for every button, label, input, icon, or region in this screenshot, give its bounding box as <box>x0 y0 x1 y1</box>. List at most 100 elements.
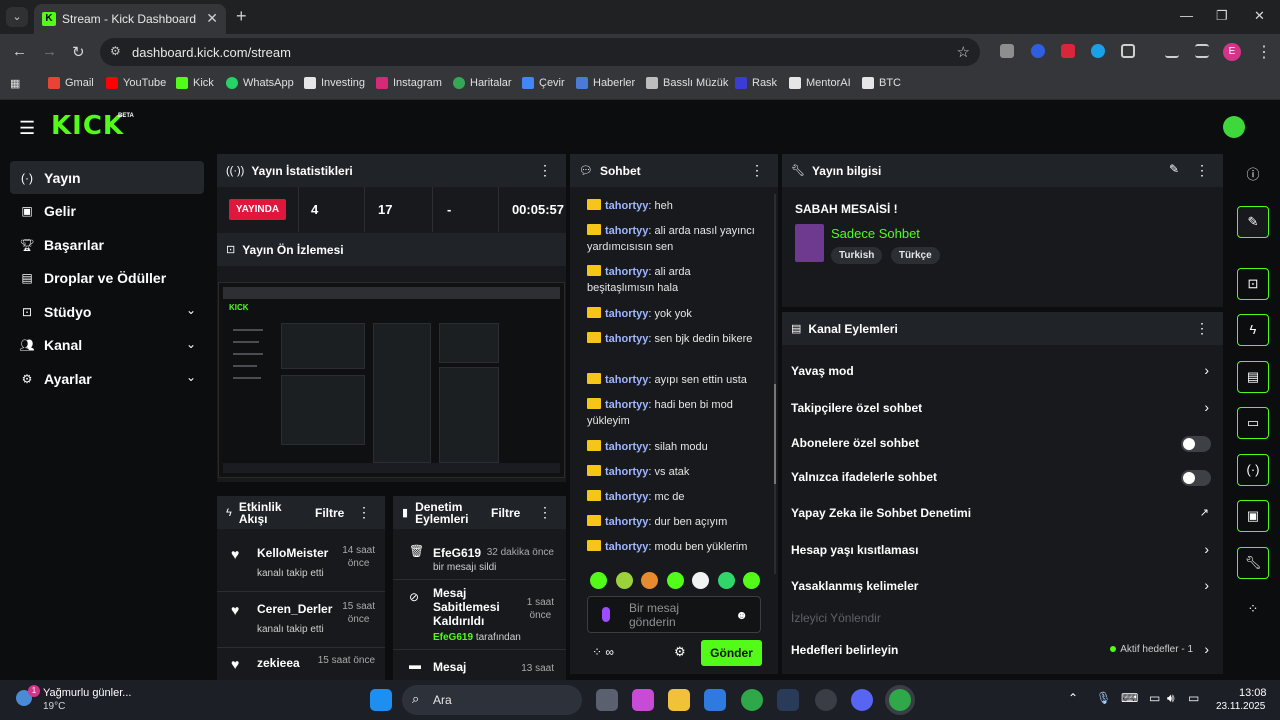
clock-date[interactable]: 23.11.2025 <box>1216 701 1265 712</box>
chat-username[interactable]: tahortyy <box>605 491 648 503</box>
copilot-icon[interactable] <box>632 689 654 711</box>
bookmark-music[interactable]: Basslı Müzük <box>646 77 728 89</box>
edit-icon[interactable]: ✎ <box>1237 206 1269 238</box>
microphone-tray-icon[interactable]: 🎙︎ <box>1096 691 1111 705</box>
bolt-icon[interactable]: ϟ <box>1237 314 1269 346</box>
tag-chip[interactable]: Türkçe <box>890 247 940 264</box>
file-explorer-icon[interactable] <box>668 689 690 711</box>
url-bar[interactable]: ⚙ dashboard.kick.com/stream ☆ <box>100 38 980 66</box>
edit-icon[interactable]: ✎ <box>1169 162 1179 176</box>
bookmark-maps[interactable]: Haritalar <box>453 77 512 89</box>
preview-icon[interactable]: ⊡ <box>1237 268 1269 300</box>
obs-icon[interactable] <box>815 689 837 711</box>
battery-icon[interactable]: ▭ <box>1188 691 1199 705</box>
tab-close-icon[interactable]: ✕ <box>206 10 218 27</box>
chat-username[interactable]: tahortyy <box>605 374 648 386</box>
chat-message[interactable]: tahortyy: vs atak <box>587 464 759 480</box>
emote-icon[interactable] <box>667 572 684 589</box>
bookmark-translate[interactable]: Çevir <box>522 77 565 89</box>
chat-message[interactable]: tahortyy: hadi ben bi mod yükleyim <box>587 397 759 429</box>
activity-user[interactable]: KelloMeister <box>257 546 328 560</box>
sidebar-item-channel[interactable]: 👥︎ Kanal ⌄ <box>10 329 204 362</box>
extension-icon[interactable] <box>1031 44 1045 58</box>
chat-username[interactable]: tahortyy <box>605 266 648 278</box>
emote-icon[interactable] <box>641 572 658 589</box>
category-thumbnail[interactable] <box>795 224 824 262</box>
bookmark-youtube[interactable]: YouTube <box>106 77 166 89</box>
bookmark-btc[interactable]: BTC <box>862 77 901 89</box>
chat-username[interactable]: tahortyy <box>605 333 648 345</box>
windows-start-icon[interactable] <box>370 689 392 711</box>
site-info-icon[interactable]: ⚙ <box>110 44 121 58</box>
chat-message[interactable]: tahortyy: heh <box>587 198 759 214</box>
volume-icon[interactable]: 🔊︎ <box>1167 691 1175 706</box>
user-avatar[interactable] <box>1223 116 1245 138</box>
sidebar-item-studio[interactable]: ⊡ Stüdyo ⌄ <box>10 295 204 328</box>
extension-icon[interactable] <box>1061 44 1075 58</box>
chat-input[interactable]: Bir mesaj gönderin ☻ <box>587 596 761 633</box>
emoji-icon[interactable]: ☻ <box>735 608 748 622</box>
window-close-icon[interactable]: ✕ <box>1254 8 1265 24</box>
doc-icon[interactable]: ▤ <box>1237 361 1269 393</box>
chat-settings-icon[interactable]: ⚙ <box>674 644 686 660</box>
banned-words-row[interactable]: Yasaklanmış kelimeler › <box>782 568 1223 604</box>
subscribers-only-toggle[interactable] <box>1181 436 1211 452</box>
forward-icon[interactable]: → <box>42 43 57 60</box>
minimize-icon[interactable]: — <box>1180 8 1193 23</box>
bookmark-instagram[interactable]: Instagram <box>376 77 442 89</box>
chat-message[interactable]: tahortyy: mc de <box>587 489 759 505</box>
chrome-profile-icon[interactable] <box>889 689 911 711</box>
chat-username[interactable]: tahortyy <box>605 516 648 528</box>
filter-button[interactable]: Filtre <box>491 506 520 520</box>
video-icon[interactable]: ▣ <box>1237 500 1269 532</box>
url-text[interactable]: dashboard.kick.com/stream <box>132 45 291 60</box>
emote-icon[interactable] <box>718 572 735 589</box>
goals-row[interactable]: Hedefleri belirleyin Aktif hedefler - 1 … <box>782 632 1223 668</box>
reload-icon[interactable]: ↻ <box>72 43 85 61</box>
keyboard-icon[interactable]: ⌨ <box>1121 691 1138 705</box>
chat-message[interactable]: tahortyy: silah modu <box>587 439 759 455</box>
chat-message[interactable]: tahortyy: ali arda nasıl yayıncı yardımc… <box>587 223 759 255</box>
browser-tab[interactable]: K Stream - Kick Dashboard ✕ <box>34 4 226 34</box>
browser-menu-icon[interactable]: ⋮ <box>1256 42 1272 62</box>
chat-username[interactable]: tahortyy <box>605 399 648 411</box>
emote-icon[interactable] <box>616 572 633 589</box>
new-tab-icon[interactable]: + <box>236 6 247 27</box>
chat-message[interactable]: tahortyy: modu ben yüklerim <box>587 539 759 555</box>
chat-username[interactable]: tahortyy <box>605 541 648 553</box>
bookmark-gmail[interactable]: Gmail <box>48 77 94 89</box>
extensions-puzzle-icon[interactable] <box>1121 44 1135 58</box>
more-options-icon[interactable]: ⋮ <box>538 504 552 521</box>
activity-user[interactable]: zekieea <box>257 656 300 670</box>
account-age-row[interactable]: Hesap yaşı kısıtlaması › <box>782 532 1223 568</box>
bookmark-mentorai[interactable]: MentorAI <box>789 77 851 89</box>
tag-chip[interactable]: Turkish <box>831 247 883 264</box>
download-icon[interactable] <box>1165 44 1179 58</box>
discord-icon[interactable] <box>851 689 873 711</box>
emote-only-toggle[interactable] <box>1181 470 1211 486</box>
chat-username[interactable]: tahortyy <box>605 441 648 453</box>
shield-extension-icon[interactable] <box>1000 44 1014 58</box>
ai-moderation-row[interactable]: Yapay Zeka ile Sohbet Denetimi ↗ <box>782 495 1223 531</box>
chat-placeholder[interactable]: Bir mesaj gönderin <box>629 601 721 629</box>
task-view-icon[interactable] <box>596 689 618 711</box>
emote-icon[interactable] <box>590 572 607 589</box>
sidebar-item-revenue[interactable]: ▣ Gelir <box>10 195 204 228</box>
store-icon[interactable] <box>704 689 726 711</box>
clock-time[interactable]: 13:08 <box>1239 687 1267 699</box>
chat-icon[interactable]: ▭ <box>1237 407 1269 439</box>
kick-points-icon[interactable]: ⁘ ∞ <box>592 645 614 659</box>
more-options-icon[interactable]: ⋮ <box>1195 320 1209 337</box>
sidebar-item-settings[interactable]: ⚙ Ayarlar ⌄ <box>10 362 204 395</box>
chat-scrollbar[interactable] <box>774 194 776 574</box>
followers-only-row[interactable]: Takipçilere özel sohbet › <box>782 390 1223 426</box>
weather-text[interactable]: Yağmurlu günler... <box>43 687 131 699</box>
tray-chevron-icon[interactable]: ⌃ <box>1068 691 1078 705</box>
bookmark-whatsapp[interactable]: WhatsApp <box>226 77 294 89</box>
chat-message[interactable]: tahortyy: ali arda beşitaşlımısın hala <box>587 264 759 296</box>
send-button[interactable]: Gönder <box>701 640 762 666</box>
tab-search-menu[interactable]: ⌄ <box>6 7 28 27</box>
chat-message[interactable]: tahortyy: dur ben açıyım <box>587 514 759 530</box>
bookmark-investing[interactable]: Investing <box>304 77 365 89</box>
wrench-icon[interactable]: 🔧︎ <box>1237 547 1269 579</box>
